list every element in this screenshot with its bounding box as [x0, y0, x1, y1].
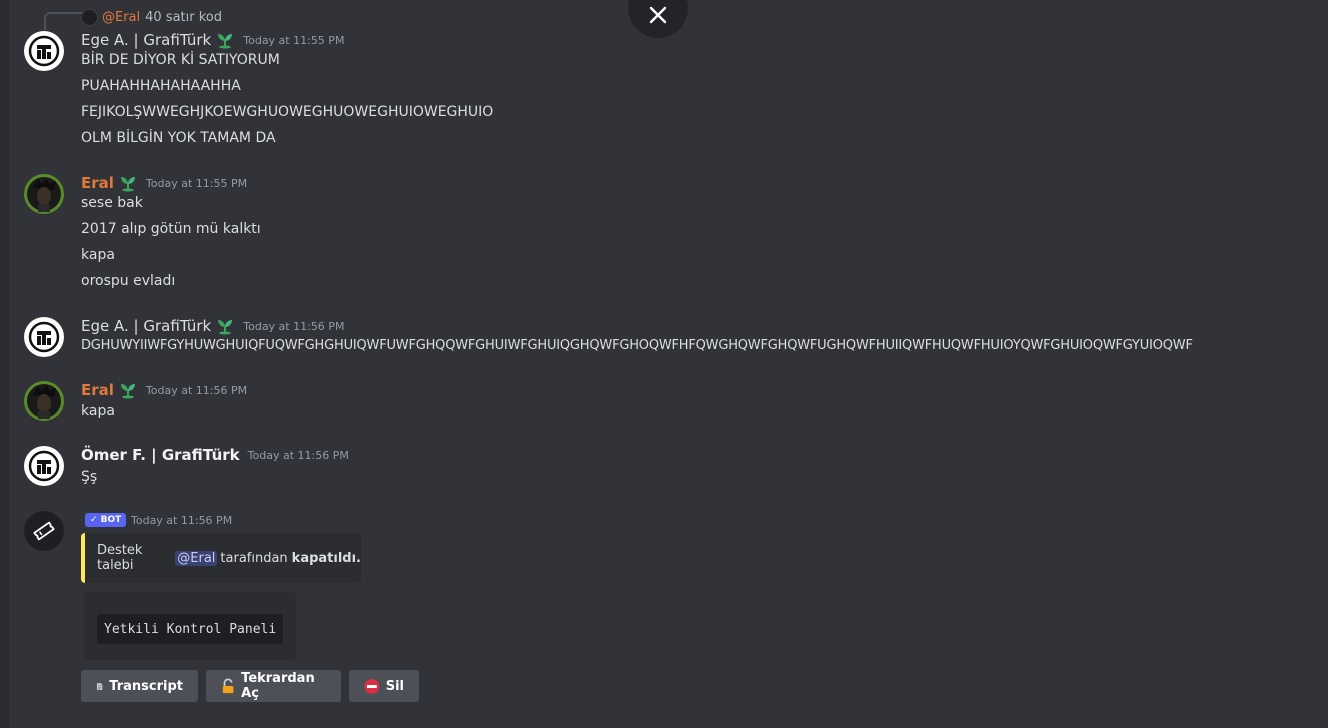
- message-line: sese bak: [81, 195, 143, 211]
- message-header: Eral Today at 11:55 PM: [81, 173, 247, 193]
- embed-bold-text: kapatıldı.: [291, 550, 361, 566]
- timestamp: Today at 11:56 PM: [243, 319, 345, 333]
- reopen-button[interactable]: Tekrardan Aç: [206, 670, 341, 702]
- control-panel-label: Yetkili Kontrol Paneli: [97, 614, 284, 644]
- avatar[interactable]: [24, 174, 64, 214]
- message-line: orospu evladı: [81, 273, 176, 289]
- reply-reference[interactable]: @Eral 40 satır kod: [81, 8, 222, 26]
- embed-text: tarafından: [220, 550, 288, 566]
- transcript-button[interactable]: Transcript: [81, 670, 198, 702]
- button-label: Sil: [385, 678, 404, 694]
- user-mention[interactable]: @Eral: [175, 550, 218, 566]
- grafiturk-logo-icon: [28, 35, 60, 67]
- left-edge: [0, 0, 9, 728]
- timestamp: Today at 11:56 PM: [247, 448, 349, 462]
- message-line: kapa: [81, 247, 115, 263]
- reply-mention[interactable]: @Eral: [102, 10, 140, 25]
- bot-tag: ✓ BOT: [85, 513, 127, 527]
- username[interactable]: Eral: [81, 381, 114, 399]
- delete-button[interactable]: Sil: [349, 670, 419, 702]
- embed-text: Destek talebi: [97, 543, 143, 573]
- username[interactable]: Ege A. | GrafiTürk: [81, 31, 211, 49]
- reply-text: 40 satır kod: [145, 9, 223, 25]
- embed: Destek talebi @Eral tarafından kapatıldı…: [81, 533, 361, 583]
- timestamp: Today at 11:56 PM: [131, 514, 233, 527]
- grafiturk-logo-icon: [28, 450, 60, 482]
- message-header: Ege A. | GrafiTürk Today at 11:55 PM: [81, 30, 344, 50]
- avatar[interactable]: [24, 31, 64, 71]
- avatar[interactable]: [24, 317, 64, 357]
- timestamp: Today at 11:55 PM: [145, 176, 248, 190]
- user-avatar-icon: [24, 174, 64, 214]
- username[interactable]: Ege A. | GrafiTürk: [81, 317, 211, 335]
- timestamp: Today at 11:56 PM: [145, 383, 248, 397]
- message-line: FEJIKOLŞWWEGHJKOEWGHUOWEGHUOWEGHUIOWEGHU…: [81, 104, 494, 120]
- avatar[interactable]: [24, 511, 64, 551]
- grafiturk-logo-icon: [28, 321, 60, 353]
- no-entry-icon: [364, 678, 380, 694]
- avatar[interactable]: [24, 381, 64, 421]
- sprout-icon: [218, 320, 233, 335]
- sprout-icon: [218, 34, 233, 49]
- ticket-icon: [33, 521, 55, 541]
- timestamp: Today at 11:55 PM: [243, 33, 345, 47]
- button-label: Transcript: [109, 678, 183, 694]
- message-line: PUAHAHHAHAHAAHHA: [81, 78, 241, 94]
- chat-area: @Eral 40 satır kod Ege A. | GrafiTürk To…: [9, 0, 1328, 728]
- message-header: Ege A. | GrafiTürk Today at 11:56 PM: [81, 316, 344, 336]
- sprout-icon: [120, 177, 135, 192]
- user-avatar-icon: [24, 381, 64, 421]
- message-line: BİR DE DİYOR Kİ SATIYORUM: [81, 52, 280, 68]
- message-header: Eral Today at 11:56 PM: [81, 380, 247, 400]
- message-line: OLM BİLGİN YOK TAMAM DA: [81, 130, 276, 146]
- reply-connector: [44, 12, 84, 30]
- message-line: 2017 alıp götün mü kalktı: [81, 221, 261, 237]
- message-line: kapa: [81, 403, 115, 419]
- reply-avatar: [81, 8, 98, 26]
- username[interactable]: Ömer F. | GrafiTürk: [81, 446, 240, 464]
- avatar[interactable]: [24, 446, 64, 486]
- close-button[interactable]: [628, 0, 688, 38]
- document-icon: [96, 682, 103, 690]
- close-icon: [649, 6, 667, 24]
- sprout-icon: [120, 384, 135, 399]
- message-header: Ömer F. | GrafiTürk Today at 11:56 PM: [81, 445, 349, 465]
- message-line: DGHUWYIIWFGYHUWGHUIQFUQWFGHGHUIQWFUWFGHQ…: [81, 338, 1193, 353]
- username[interactable]: Eral: [81, 174, 114, 192]
- unlock-icon: [222, 678, 234, 693]
- message-line: Şş: [81, 469, 98, 485]
- button-label: Tekrardan Aç: [241, 671, 315, 701]
